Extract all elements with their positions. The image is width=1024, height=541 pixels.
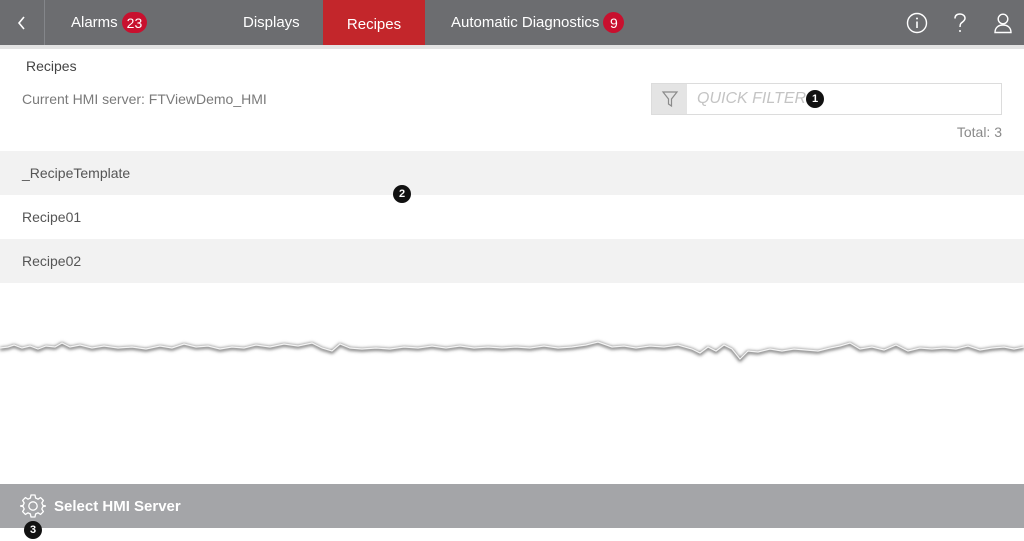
tab-displays-label: Displays: [243, 14, 300, 31]
quick-filter-input[interactable]: [687, 84, 1001, 114]
recipe-name: _RecipeTemplate: [22, 165, 131, 181]
list-item[interactable]: _RecipeTemplate: [0, 151, 1024, 195]
select-hmi-server-label: Select HMI Server: [54, 497, 181, 515]
info-icon: [906, 12, 927, 33]
total-count: Total: 3: [956, 124, 1002, 140]
tab-diagnostics-label: Automatic Diagnostics: [451, 14, 600, 31]
recipe-list: _RecipeTemplate Recipe01 Recipe02: [0, 151, 1024, 283]
callout-3: 3: [24, 521, 42, 539]
diagnostics-count-badge: 9: [603, 12, 625, 33]
help-button[interactable]: [938, 0, 981, 45]
nav-underline: [0, 45, 1024, 49]
tab-displays[interactable]: Displays: [198, 0, 323, 45]
help-icon: [953, 12, 966, 32]
torn-edge-divider: [0, 341, 1024, 363]
tab-automatic-diagnostics[interactable]: Automatic Diagnostics 9: [425, 0, 625, 45]
list-item[interactable]: Recipe02: [0, 239, 1024, 283]
tab-recipes[interactable]: Recipes: [323, 0, 425, 49]
recipe-name: Recipe01: [22, 209, 82, 225]
recipes-page: Alarms 23 Displays Recipes Automatic Dia…: [0, 0, 1024, 541]
tab-alarms[interactable]: Alarms 23: [45, 0, 198, 45]
recipe-name: Recipe02: [22, 253, 82, 269]
select-hmi-server-button[interactable]: Select HMI Server: [0, 484, 1024, 528]
filter-button[interactable]: [652, 84, 687, 114]
callout-1: 1: [806, 90, 824, 108]
user-button[interactable]: [981, 0, 1024, 45]
tab-alarms-label: Alarms: [71, 14, 118, 31]
callout-2: 2: [393, 185, 411, 203]
current-server-label: Current HMI server: FTViewDemo_HMI: [22, 91, 267, 107]
top-nav-bar: Alarms 23 Displays Recipes Automatic Dia…: [0, 0, 1024, 49]
back-button[interactable]: [0, 0, 45, 45]
page-title: Recipes: [26, 58, 77, 74]
tab-recipes-label: Recipes: [346, 16, 402, 33]
quick-filter: [651, 83, 1002, 115]
list-item[interactable]: Recipe01: [0, 195, 1024, 239]
user-icon: [993, 12, 1012, 33]
gear-icon: [20, 494, 46, 518]
info-button[interactable]: [895, 0, 938, 45]
filter-icon: [661, 91, 678, 108]
top-nav-actions: [895, 0, 1024, 45]
alarms-count-badge: 23: [121, 12, 148, 33]
back-chevron-icon: [17, 15, 25, 30]
